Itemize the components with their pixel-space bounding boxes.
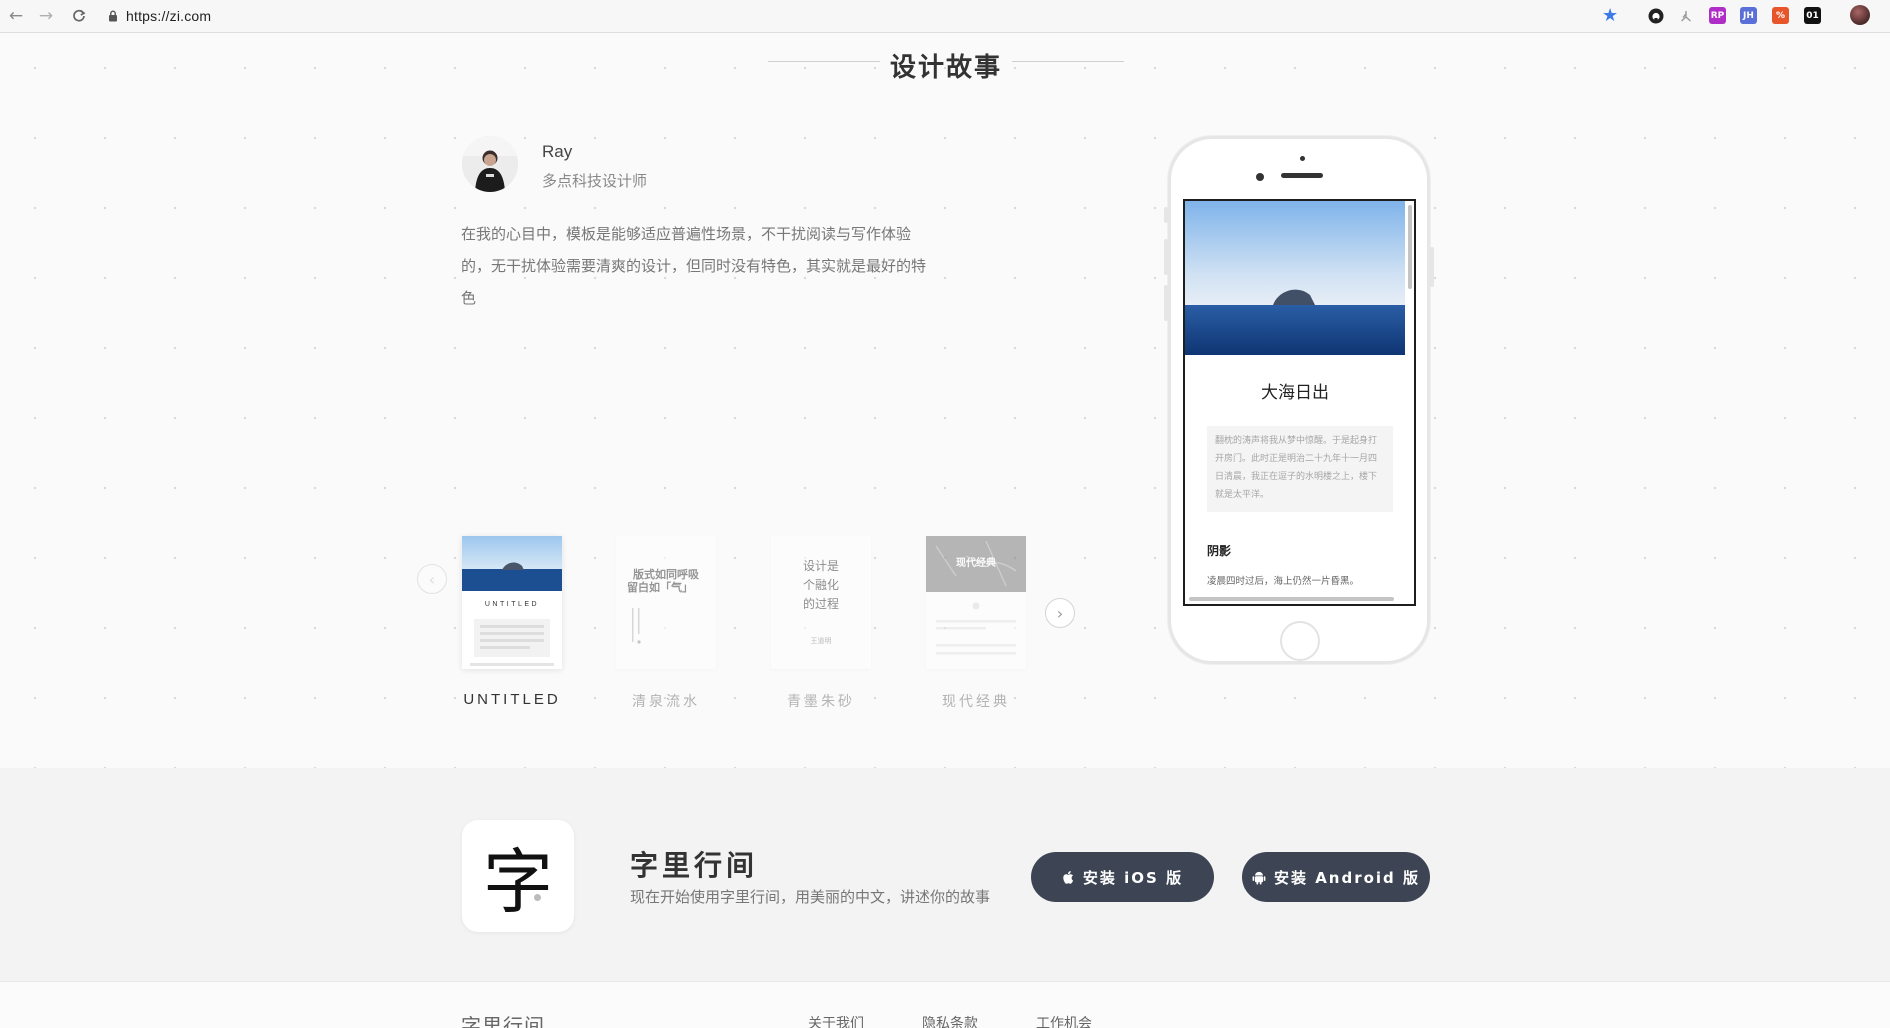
- template-card-untitled[interactable]: UNTITLED: [462, 536, 562, 669]
- qingquan-thumbnail: 版式如同呼吸 留白如「气」: [627, 567, 700, 644]
- template-label[interactable]: 现代经典: [926, 691, 1026, 711]
- svg-text:留白如「气」: 留白如「气」: [627, 580, 693, 594]
- phone-side-button: [1164, 285, 1168, 321]
- chevron-right-icon: ›: [1056, 603, 1064, 623]
- card-text: UNTITLED: [485, 601, 539, 608]
- app-icon-glyph: 字: [483, 840, 553, 923]
- template-label[interactable]: 清泉流水: [616, 691, 716, 711]
- phone-camera: [1256, 173, 1264, 181]
- phone-side-button: [1164, 207, 1168, 223]
- card-text: 现代经典: [956, 556, 996, 569]
- url-text: https://zi.com: [126, 7, 212, 24]
- template-label[interactable]: 青墨朱砂: [771, 691, 871, 711]
- chevron-left-icon: ‹: [428, 569, 436, 589]
- app-name: 字里行间: [630, 849, 759, 882]
- address-bar[interactable]: https://zi.com: [108, 0, 211, 31]
- svg-text:的过程: 的过程: [803, 596, 839, 611]
- app-description: 现在开始使用字里行间，用美丽的中文，讲述你的故事: [630, 888, 991, 906]
- footer: 字里行间 关于我们 隐私条款 工作机会: [0, 981, 1890, 1028]
- article-title: 大海日出: [1261, 383, 1329, 403]
- template-label[interactable]: UNTITLED: [462, 691, 562, 708]
- o1-extension-icon[interactable]: 01: [1804, 7, 1821, 24]
- card-author: 王道明: [811, 636, 832, 645]
- footer-link-jobs[interactable]: 工作机会: [1036, 1013, 1092, 1028]
- ocean-sunrise-image: [1185, 201, 1405, 355]
- template-card-qingmo[interactable]: 设计是 个融化 的过程 王道明: [771, 536, 871, 669]
- reload-icon: [73, 9, 86, 22]
- template-card-xiandai[interactable]: 现代经典: [926, 536, 1026, 669]
- app-icon: 字: [462, 820, 574, 932]
- install-ios-label: 安装 iOS 版: [1082, 868, 1184, 887]
- percent-extension-icon[interactable]: %: [1772, 7, 1789, 24]
- github-icon[interactable]: [1647, 7, 1664, 24]
- apple-icon: [1063, 870, 1074, 884]
- browser-toolbar: ← → https://zi.com ★ RP JH % 01: [0, 0, 1890, 33]
- section-title: 设计故事: [889, 53, 1002, 83]
- template-card-qingquan[interactable]: 版式如同呼吸 留白如「气」: [616, 536, 716, 669]
- install-ios-button[interactable]: 安装 iOS 版: [1031, 852, 1214, 902]
- scrollbar-horizontal[interactable]: [1189, 597, 1394, 601]
- untitled-thumbnail: UNTITLED: [462, 536, 562, 666]
- qingmo-thumbnail: 设计是 个融化 的过程 王道明: [803, 559, 839, 645]
- svg-text:个融化: 个融化: [803, 578, 839, 592]
- divider: [1012, 61, 1124, 62]
- article-body: 凌晨四时过后，海上仍然一片昏黑。: [1207, 576, 1360, 587]
- profile-avatar[interactable]: [1850, 5, 1870, 25]
- jh-extension-icon[interactable]: JH: [1740, 7, 1757, 24]
- reload-button[interactable]: [68, 0, 90, 31]
- footer-logo[interactable]: 字里行间: [461, 1010, 545, 1028]
- xiandai-thumbnail: 现代经典: [926, 536, 1026, 655]
- phone-speaker: [1281, 173, 1323, 178]
- tree-icon[interactable]: [1677, 7, 1694, 24]
- arrow-left-icon: ←: [8, 5, 24, 26]
- designer-quote: 在我的心目中，模板是能够适应普遍性场景，不干扰阅读与写作体验的，无干扰体验需要清…: [461, 225, 927, 307]
- carousel-next-button[interactable]: ›: [1045, 598, 1075, 628]
- design-story-section: 设计故事 Ray 多点科技设计师 在我的心目中，模板是能够适应普遍性场景，不干扰…: [0, 33, 1890, 768]
- phone-sensor: [1300, 156, 1305, 161]
- article-section-heading: 阴影: [1207, 544, 1232, 558]
- svg-text:版式如同呼吸: 版式如同呼吸: [633, 567, 700, 581]
- app-icon-dot: [534, 894, 541, 901]
- install-android-label: 安装 Android 版: [1273, 868, 1421, 887]
- phone-preview: 大海日出 翻枕的涛声将我从梦中惊醒。于是起身打开房门。此时正是明治二十九年十一月…: [1164, 136, 1434, 664]
- app-download-banner: 字 字里行间 现在开始使用字里行间，用美丽的中文，讲述你的故事 安装 iOS 版…: [0, 768, 1890, 981]
- forward-button[interactable]: →: [36, 0, 56, 31]
- phone-side-button: [1164, 239, 1168, 275]
- rp-extension-icon[interactable]: RP: [1709, 7, 1726, 24]
- phone-home-button: [1280, 621, 1320, 661]
- android-icon: [1252, 871, 1266, 884]
- svg-text:设计是: 设计是: [803, 559, 839, 573]
- author-name: Ray: [542, 142, 573, 161]
- phone-side-button: [1430, 247, 1434, 287]
- bookmark-star-icon[interactable]: ★: [1602, 5, 1618, 26]
- install-android-button[interactable]: 安装 Android 版: [1242, 852, 1430, 902]
- phone-screen[interactable]: 大海日出 翻枕的涛声将我从梦中惊醒。于是起身打开房门。此时正是明治二十九年十一月…: [1183, 199, 1416, 606]
- article-abstract: 翻枕的涛声将我从梦中惊醒。于是起身打开房门。此时正是明治二十九年十一月四日清晨，…: [1207, 426, 1393, 512]
- lock-icon: [109, 10, 117, 21]
- back-button[interactable]: ←: [6, 0, 26, 31]
- author-title: 多点科技设计师: [542, 172, 648, 190]
- author-avatar: [462, 136, 518, 192]
- arrow-right-icon: →: [38, 5, 54, 26]
- section-header: 设计故事: [768, 47, 1124, 83]
- scrollbar-vertical[interactable]: [1408, 205, 1412, 289]
- footer-link-about[interactable]: 关于我们: [808, 1013, 864, 1028]
- footer-link-privacy[interactable]: 隐私条款: [922, 1013, 978, 1028]
- carousel-prev-button[interactable]: ‹: [417, 564, 447, 594]
